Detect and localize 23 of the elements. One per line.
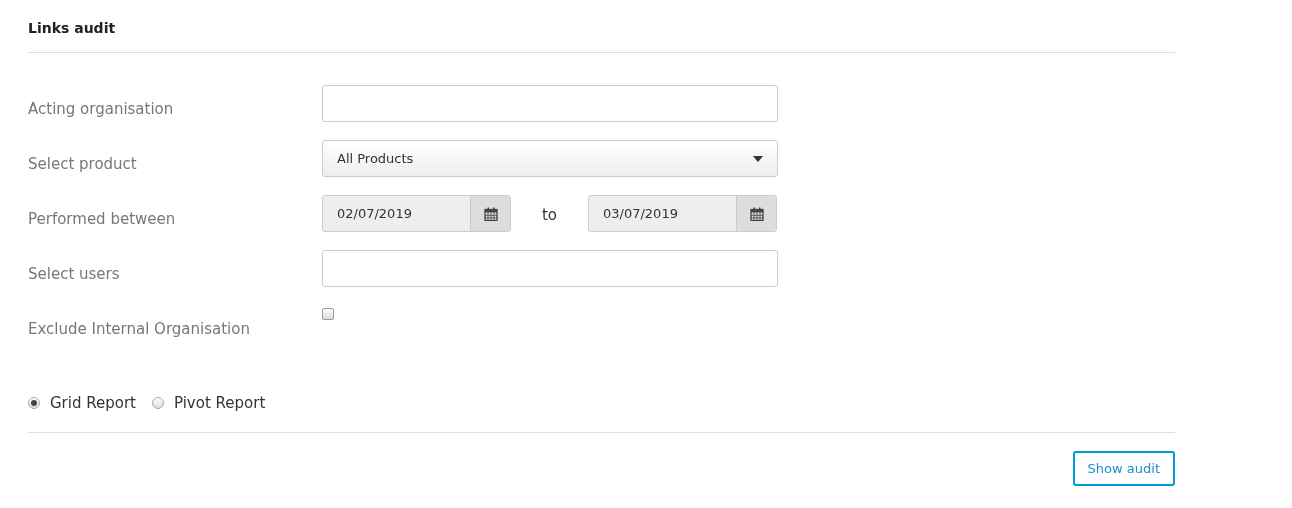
range-separator: to — [540, 204, 559, 226]
product-dropdown[interactable]: All Products — [322, 140, 778, 177]
show-audit-button[interactable]: Show audit — [1072, 451, 1175, 486]
calendar-button[interactable] — [736, 196, 776, 231]
field-label: Exclude Internal Organisation — [28, 319, 251, 341]
caret-icon — [753, 155, 763, 162]
calendar-icon — [483, 206, 498, 221]
field-label: Performed between — [28, 209, 177, 231]
date-field[interactable]: 03/07/2019 — [588, 195, 777, 232]
radio-button[interactable] — [28, 397, 40, 409]
calendar-icon — [749, 206, 764, 221]
input-field[interactable] — [322, 85, 778, 122]
field-label: Select product — [28, 154, 138, 176]
field-label: Acting organisation — [28, 99, 175, 121]
calendar-button[interactable] — [470, 196, 510, 231]
checkbox[interactable] — [322, 308, 334, 320]
page-title: Links audit — [28, 20, 116, 36]
radio-label[interactable]: Grid Report — [50, 391, 136, 415]
date-field[interactable]: 02/07/2019 — [322, 195, 511, 232]
input-field[interactable] — [322, 250, 778, 287]
field-label: Select users — [28, 264, 121, 286]
radio-label[interactable]: Pivot Report — [174, 391, 266, 415]
radio-button[interactable] — [152, 397, 164, 409]
